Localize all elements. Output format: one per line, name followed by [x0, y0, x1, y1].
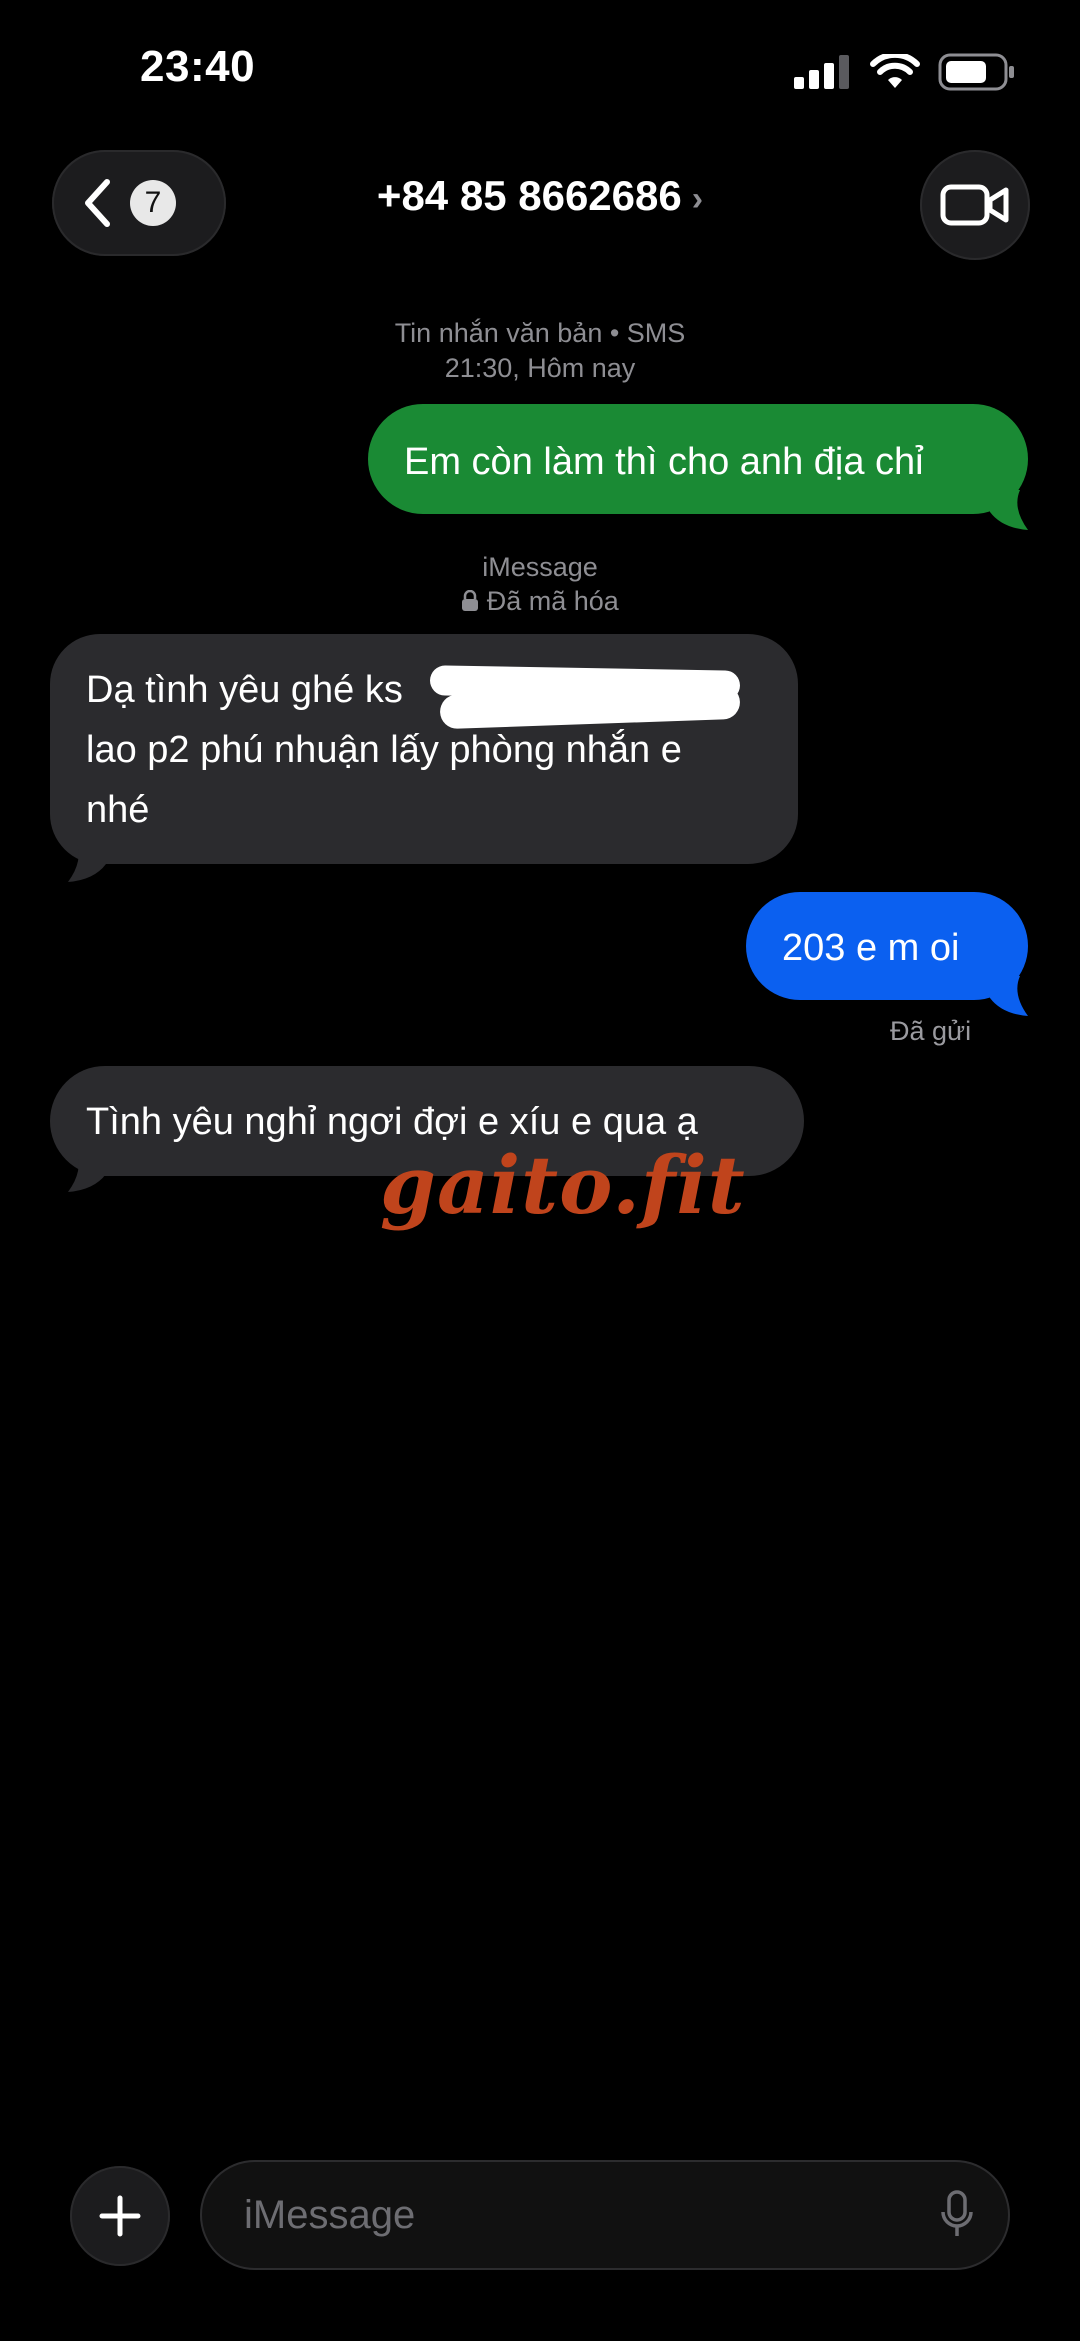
message-bubble-outgoing-imessage[interactable]: 203 e m oi — [746, 892, 1028, 1000]
lock-icon — [462, 589, 479, 611]
message-line: lao p2 phú nhuận lấy phòng nhắn e — [86, 729, 682, 771]
status-icons — [794, 52, 1016, 92]
bubble-tail — [990, 490, 1028, 530]
wifi-icon — [870, 54, 920, 88]
message-input-field[interactable] — [200, 2160, 1010, 2270]
back-button[interactable]: 7 — [52, 150, 226, 256]
imessage-service-label: iMessage — [482, 552, 598, 582]
message-text: 203 e m oi — [782, 927, 960, 969]
microphone-icon[interactable] — [940, 2190, 974, 2240]
bubble-tail — [68, 842, 106, 882]
message-bubble-outgoing-sms[interactable]: Em còn làm thì cho anh địa chỉ — [368, 404, 1028, 514]
sms-service-label: Tin nhắn văn bản • SMS — [394, 318, 686, 348]
watermark: gaito.fit — [380, 1138, 746, 1232]
chevron-left-icon — [85, 179, 110, 227]
battery-icon — [938, 53, 1014, 91]
message-text: Em còn làm thì cho anh địa chỉ — [404, 441, 924, 483]
bubble-tail — [990, 976, 1028, 1016]
chevron-right-icon: › — [691, 180, 704, 218]
facetime-video-button[interactable] — [920, 150, 1030, 260]
cellular-signal-icon — [794, 55, 849, 89]
video-camera-icon — [940, 184, 1009, 226]
contact-name: +84 85 8662686 — [376, 172, 682, 219]
delivered-status: Đã gửi — [890, 1016, 972, 1046]
message-input[interactable] — [242, 2191, 896, 2239]
message-bubble-incoming[interactable]: Dạ tình yêu ghé ks lao p2 phú nhuận lấy … — [50, 634, 798, 864]
bubble-tail — [68, 1152, 106, 1192]
apps-plus-button[interactable] — [70, 2166, 170, 2266]
contact-name-button[interactable]: +84 85 8662686 › — [290, 172, 790, 220]
unread-count-badge: 7 — [130, 180, 176, 226]
message-line: nhé — [86, 789, 150, 831]
encrypted-label: Đã mã hóa — [0, 586, 1080, 617]
plus-icon — [99, 2195, 141, 2237]
sms-timestamp: 21:30, Hôm nay — [444, 353, 636, 383]
status-time: 23:40 — [140, 42, 256, 91]
message-text: Tình yêu nghỉ ngơi đợi e xíu e qua ạ — [86, 1101, 698, 1143]
